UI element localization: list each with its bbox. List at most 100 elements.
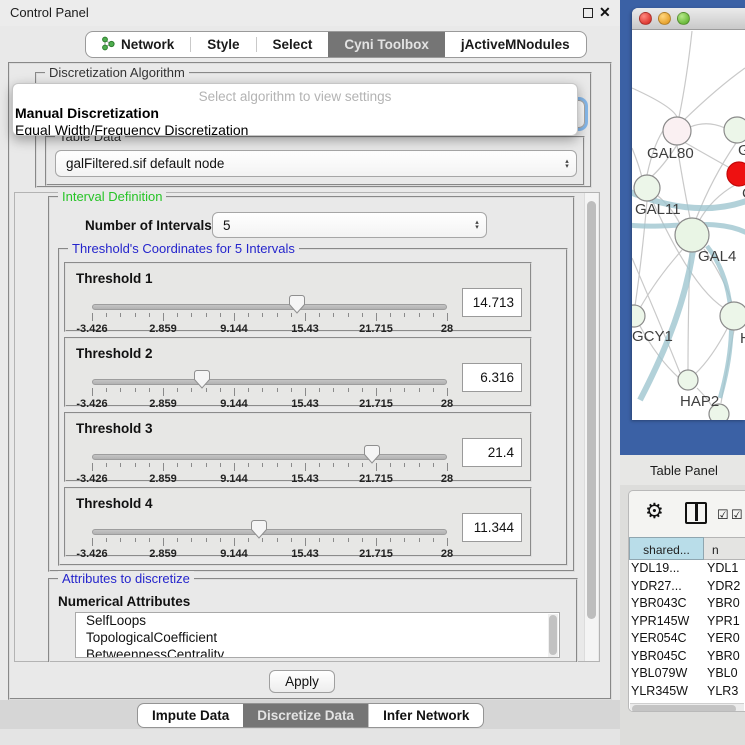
table-panel-header: Table Panel [620, 455, 745, 485]
slider-track[interactable] [92, 454, 447, 460]
slider-thumb[interactable] [194, 370, 210, 389]
threshold-1-slider[interactable]: -3.4262.8599.14415.4321.71528 [92, 304, 447, 334]
table-row[interactable]: YBR043CYBR0 [629, 595, 745, 613]
cell[interactable]: YBL079W [629, 665, 704, 683]
slider-track[interactable] [92, 529, 447, 535]
list-item[interactable]: TopologicalCoefficient [76, 630, 559, 647]
table-row[interactable]: YBL079WYBL0 [629, 665, 745, 683]
threshold-3-value-field[interactable]: 21.4 [462, 438, 522, 467]
cell[interactable]: YDL1 [704, 560, 745, 578]
scrollbar-thumb[interactable] [587, 201, 596, 619]
dropdown-option-manual-discretization[interactable]: Manual Discretization [13, 104, 577, 121]
node-gal80[interactable] [663, 117, 691, 145]
cell[interactable]: YDR27... [629, 578, 704, 596]
network-canvas[interactable]: GAL80 GA C GAL11 GAL4 GCY1 H HAP2 [632, 31, 745, 420]
cell[interactable]: YBL0 [704, 665, 745, 683]
tab-label: Network [121, 37, 174, 52]
threshold-4-slider[interactable]: -3.4262.8599.14415.4321.71528 [92, 529, 447, 559]
slider-thumb[interactable] [251, 520, 267, 539]
tab-impute-data[interactable]: Impute Data [138, 704, 243, 727]
bottom-bar: Impute Data Discretize Data Infer Networ… [0, 700, 620, 745]
cell[interactable]: YLR345W [629, 683, 704, 701]
checkbox-icon[interactable]: ☑ [717, 507, 729, 523]
table-row[interactable]: YDL19...YDL1 [629, 560, 745, 578]
tab-style[interactable]: Style [191, 32, 255, 57]
numerical-attributes-label: Numerical Attributes [58, 594, 190, 609]
num-intervals-combobox[interactable]: 5 ▴▾ [212, 212, 487, 238]
minimize-traffic-light[interactable] [658, 12, 671, 25]
checkbox-icon[interactable]: ☑ [731, 507, 743, 523]
group-label: Attributes to discretize [58, 571, 194, 586]
zoom-traffic-light[interactable] [677, 12, 690, 25]
table-toolbar: ⚙ ☑ ☑ [629, 491, 745, 537]
node-ga[interactable] [724, 117, 745, 143]
cell[interactable]: YDL19... [629, 560, 704, 578]
list-item[interactable]: SelfLoops [76, 613, 559, 630]
slider-tick-labels: -3.4262.8599.14415.4321.71528 [92, 323, 447, 335]
horizontal-scrollbar[interactable] [630, 703, 744, 712]
node-h[interactable] [720, 302, 745, 330]
cell[interactable]: YER054C [629, 630, 704, 648]
column-header-name[interactable]: n [704, 537, 745, 560]
group-label: Threshold's Coordinates for 5 Intervals [68, 241, 299, 256]
dropdown-placeholder-option[interactable]: Select algorithm to view settings [13, 84, 577, 104]
table-row[interactable]: YPR145WYPR1 [629, 613, 745, 631]
split-columns-icon[interactable] [685, 502, 707, 524]
scrollbar-thumb[interactable] [632, 705, 736, 712]
threshold-3-slider[interactable]: -3.4262.8599.14415.4321.71528 [92, 454, 447, 484]
list-scrollbar[interactable] [548, 614, 558, 658]
table-data-combobox[interactable]: galFiltered.sif default node ▴▾ [55, 150, 577, 177]
node-gal11[interactable] [634, 175, 660, 201]
apply-button[interactable]: Apply [269, 670, 335, 693]
threshold-1-value-field[interactable]: 14.713 [462, 288, 522, 317]
cell[interactable]: YPR145W [629, 613, 704, 631]
tab-label: Impute Data [152, 708, 229, 723]
tab-cyni-toolbox[interactable]: Cyni Toolbox [328, 32, 445, 57]
table-row[interactable]: YER054CYER0 [629, 630, 745, 648]
attributes-listbox[interactable]: SelfLoops TopologicalCoefficient Between… [75, 612, 560, 658]
vertical-scrollbar[interactable] [584, 193, 598, 661]
node-gal4[interactable] [675, 218, 709, 252]
tab-discretize-data[interactable]: Discretize Data [243, 704, 368, 727]
tab-select[interactable]: Select [257, 32, 329, 57]
node-attribute-table: shared... n YDL19...YDL1 YDR27...YDR2 YB… [629, 537, 745, 712]
column-header-shared-name[interactable]: shared... [629, 537, 704, 560]
gear-icon[interactable]: ⚙ [645, 499, 664, 524]
tab-network[interactable]: Network [86, 32, 190, 57]
cell[interactable]: YER0 [704, 630, 745, 648]
tab-infer-network[interactable]: Infer Network [369, 704, 483, 727]
combo-value: galFiltered.sif default node [66, 156, 558, 171]
cell[interactable]: YBR0 [704, 595, 745, 613]
threshold-2-value-field[interactable]: 6.316 [462, 363, 522, 392]
dropdown-option-equal-width-frequency[interactable]: Equal Width/Frequency Discretization [13, 121, 577, 136]
combo-value: 5 [223, 218, 468, 233]
float-icon[interactable] [583, 8, 593, 18]
cell[interactable]: YBR043C [629, 595, 704, 613]
cell[interactable]: YDR2 [704, 578, 745, 596]
node-c-red[interactable] [727, 162, 745, 186]
slider-thumb[interactable] [289, 295, 305, 314]
table-row[interactable]: YLR345WYLR3 [629, 683, 745, 701]
slider-track[interactable] [92, 304, 447, 310]
slider-track[interactable] [92, 379, 447, 385]
table-row[interactable]: YDR27...YDR2 [629, 578, 745, 596]
node-gcy1[interactable] [632, 305, 645, 327]
close-traffic-light[interactable] [639, 12, 652, 25]
network-window-titlebar[interactable] [632, 8, 745, 30]
cell[interactable]: YLR3 [704, 683, 745, 701]
slider-thumb[interactable] [364, 445, 380, 464]
node-label: GAL4 [698, 248, 736, 265]
node-hap2[interactable] [678, 370, 698, 390]
cell[interactable]: YPR1 [704, 613, 745, 631]
threshold-2-slider[interactable]: -3.4262.8599.14415.4321.71528 [92, 379, 447, 409]
slider-ticks [92, 463, 447, 472]
threshold-label: Threshold 3 [76, 421, 153, 436]
list-item[interactable]: BetweennessCentrality [76, 647, 559, 658]
tab-label: Infer Network [383, 708, 469, 723]
close-icon[interactable]: ✕ [599, 4, 611, 21]
tab-jactivemnodules[interactable]: jActiveMNodules [445, 32, 586, 57]
cell[interactable]: YBR0 [704, 648, 745, 666]
threshold-4-value-field[interactable]: 11.344 [462, 513, 522, 542]
table-row[interactable]: YBR045CYBR0 [629, 648, 745, 666]
cell[interactable]: YBR045C [629, 648, 704, 666]
